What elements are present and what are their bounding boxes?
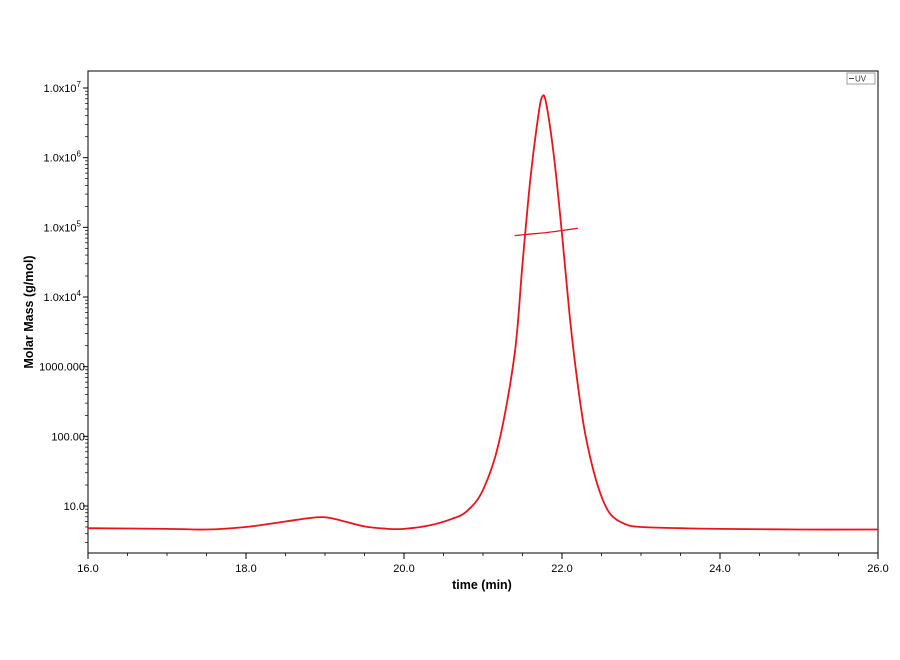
- legend: UV: [846, 72, 876, 85]
- y-tick-label: 1.0x104: [44, 289, 82, 304]
- x-tick-label: 26.0: [867, 563, 888, 575]
- x-axis-title: time (min): [452, 578, 512, 592]
- x-tick-label: 22.0: [551, 563, 572, 575]
- x-tick-label: 24.0: [709, 563, 730, 575]
- y-axis: 1.0x107 1.0x106 1.0x105 1.0x104 1000.000 100.…: [39, 80, 88, 543]
- y-tick-label: 1.0x107: [44, 80, 82, 95]
- y-tick-label: 1000.000: [39, 362, 85, 374]
- y-tick-label: 1.0x105: [44, 219, 82, 234]
- y-tick-label: 100.00: [51, 431, 85, 443]
- plot-frame: [87, 70, 879, 554]
- x-tick-label: 20.0: [393, 563, 414, 575]
- y-tick-label: 10.0: [64, 501, 85, 513]
- legend-label: UV: [855, 75, 867, 84]
- x-axis: 16.0 18.0 20.0 22.0 24.0 26.0: [77, 553, 889, 575]
- chart: 1.0x107 1.0x106 1.0x105 1.0x104 1000.000 100.…: [22, 70, 889, 592]
- plot-area: [87, 70, 879, 554]
- y-tick-label: 1.0x106: [44, 150, 82, 165]
- x-tick-label: 16.0: [77, 563, 98, 575]
- y-axis-title: Molar Mass (g/mol): [22, 255, 36, 368]
- x-tick-label: 18.0: [235, 563, 256, 575]
